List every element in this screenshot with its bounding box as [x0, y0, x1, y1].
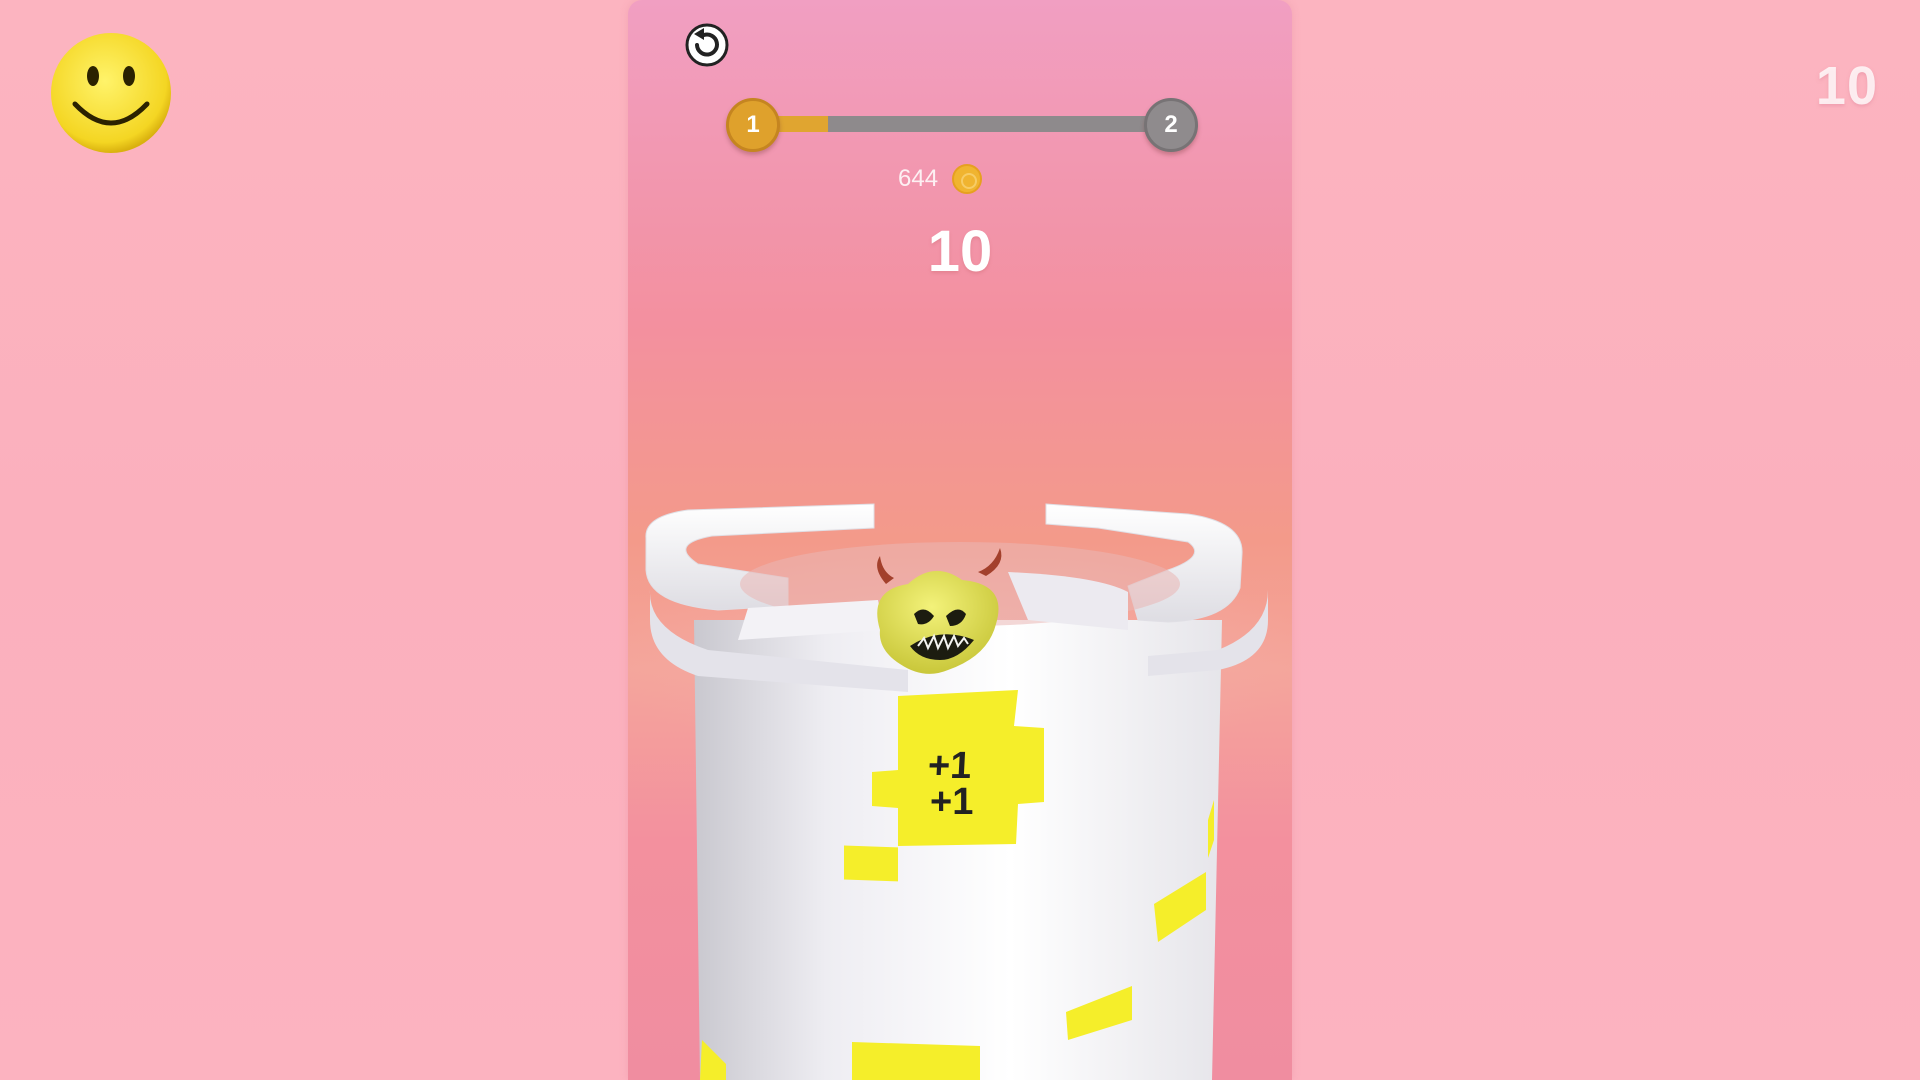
- restart-icon[interactable]: [682, 20, 732, 70]
- yellow-tile: [844, 845, 898, 882]
- level-progress-bar: [740, 116, 1180, 132]
- current-level-badge: 1: [726, 98, 780, 152]
- tower-column: [694, 620, 1222, 1080]
- coin-counter: 644: [898, 164, 983, 194]
- yellow-tile: [852, 1042, 980, 1080]
- score: 10: [927, 219, 993, 284]
- smiley-face-icon[interactable]: [48, 30, 174, 156]
- game-viewport[interactable]: 1 2 644 10 +1 +1: [628, 0, 1292, 1080]
- corner-score: 10: [1815, 56, 1878, 116]
- game-stage[interactable]: 10 1 2 644 10 +1 +1: [0, 0, 1920, 1080]
- coin-icon: [952, 164, 983, 194]
- next-level-badge: 2: [1144, 98, 1198, 152]
- plus-one-label: +1: [926, 745, 973, 787]
- coin-count: 644: [898, 165, 939, 192]
- plus-one-label: +1: [930, 781, 974, 823]
